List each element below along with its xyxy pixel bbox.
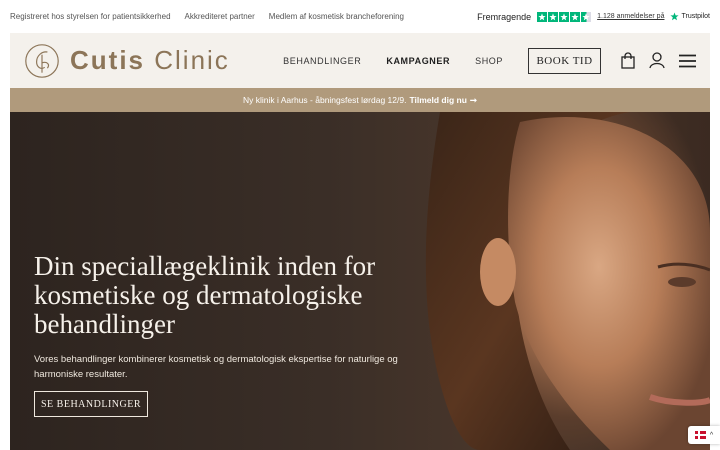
shopping-bag-icon[interactable] — [621, 52, 635, 69]
announcement-text: Ny klinik i Aarhus - åbningsfest lørdag … — [242, 95, 407, 105]
trustpilot-star-icon — [670, 12, 680, 21]
accreditation-association[interactable]: Medlem af kosmetisk brancheforening — [269, 12, 404, 21]
hero-subtitle: Vores behandlinger kombinerer kosmetisk … — [34, 354, 398, 380]
header-icons — [621, 52, 696, 69]
half-star-icon — [581, 11, 592, 22]
logo-word-bold: Cutis — [70, 45, 145, 75]
menu-icon[interactable] — [679, 54, 696, 68]
trustpilot-widget[interactable]: Fremragende 1.128 anmeldelser på Trustpi… — [477, 11, 710, 22]
user-icon[interactable] — [649, 52, 665, 69]
star-icon — [537, 11, 548, 22]
trustpilot-brand-label: Trustpilot — [681, 13, 710, 20]
site-header: Cutis Clinic BEHANDLINGER KAMPAGNER SHOP… — [10, 33, 710, 88]
accreditation-partner[interactable]: Akkrediteret partner — [185, 12, 255, 21]
nav-shop[interactable]: SHOP — [475, 56, 503, 66]
trustpilot-rating-label: Fremragende — [477, 11, 532, 22]
denmark-flag-icon — [694, 431, 706, 439]
trustpilot-brand: Trustpilot — [670, 12, 710, 21]
star-icon — [548, 11, 559, 22]
chevron-up-icon: ^ — [709, 431, 714, 439]
nav-kampagner[interactable]: KAMPAGNER — [386, 56, 450, 66]
trustpilot-stars — [537, 11, 592, 22]
trust-bar: Registreret hos styrelsen for patientsik… — [0, 0, 720, 33]
announcement-bar: Ny klinik i Aarhus - åbningsfest lørdag … — [10, 88, 710, 112]
hero-title: Din speciallægeklinik inden for kosmetis… — [34, 251, 376, 339]
announcement-link[interactable]: Tilmeld dig nu — [409, 95, 466, 105]
trustpilot-reviews-link[interactable]: 1.128 anmeldelser på — [597, 13, 664, 20]
nav-behandlinger[interactable]: BEHANDLINGER — [283, 56, 361, 66]
accreditation-links: Registreret hos styrelsen for patientsik… — [10, 12, 404, 21]
logo-word-light: Clinic — [154, 45, 230, 75]
language-switcher[interactable]: ^ — [688, 426, 720, 444]
main-nav: BEHANDLINGER KAMPAGNER SHOP — [283, 56, 528, 66]
accreditation-patientsafety[interactable]: Registreret hos styrelsen for patientsik… — [10, 12, 171, 21]
hero-banner: Din speciallægeklinik inden for kosmetis… — [10, 112, 710, 450]
book-button[interactable]: BOOK TID — [528, 47, 601, 74]
star-icon — [559, 11, 570, 22]
logo-monogram-icon — [25, 43, 59, 78]
logo-wordmark: Cutis Clinic — [70, 45, 230, 76]
star-icon — [570, 11, 581, 22]
logo[interactable]: Cutis Clinic — [24, 43, 230, 79]
see-treatments-button[interactable]: SE BEHANDLINGER — [34, 391, 148, 417]
arrow-right-icon: ➞ — [469, 94, 478, 105]
